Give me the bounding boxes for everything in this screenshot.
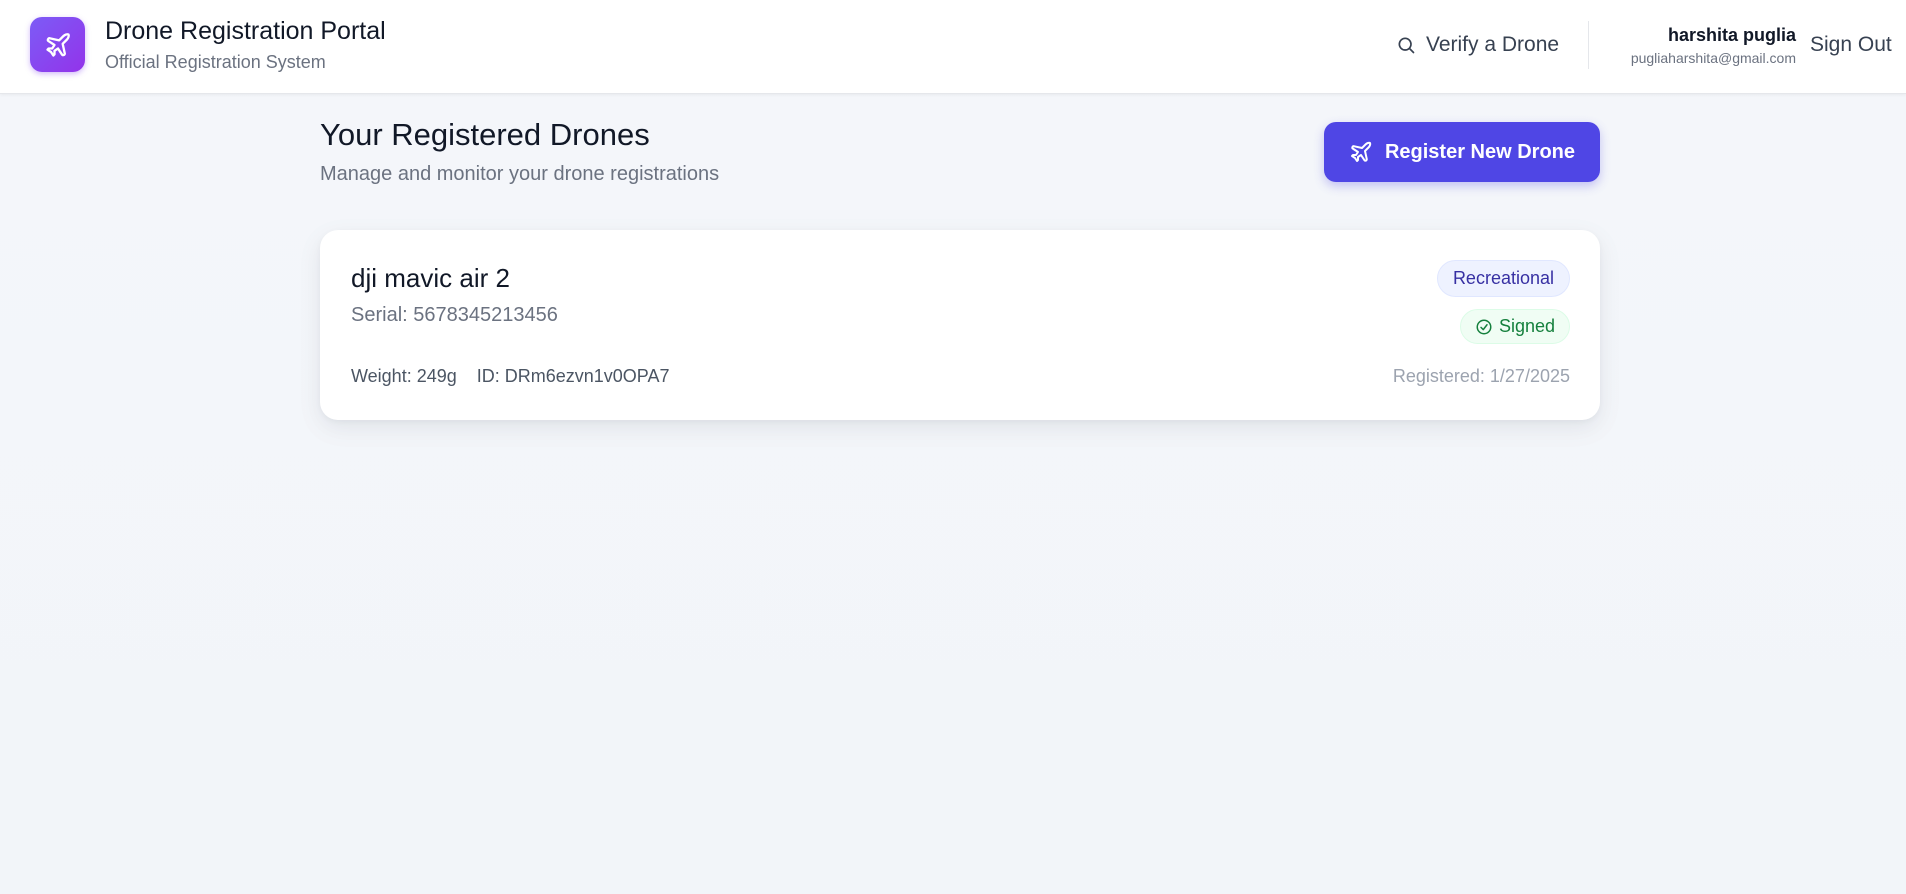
drone-weight: Weight: 249g [351,366,457,386]
category-badge: Recreational [1436,260,1570,297]
drone-card[interactable]: dji mavic air 2 Serial: 5678345213456 We… [320,230,1600,420]
status-badge: Signed [1459,309,1570,344]
verify-drone-button[interactable]: Verify a Drone [1396,28,1559,62]
plane-icon [1350,141,1372,162]
page-title: Your Registered Drones [320,117,650,152]
register-new-drone-button[interactable]: Register New Drone [1324,122,1600,182]
app-subtitle: Official Registration System [105,52,326,72]
sign-out-button[interactable]: Sign Out [1810,33,1892,57]
plane-icon [45,32,70,57]
page-subtitle: Manage and monitor your drone registrati… [320,163,720,185]
top-bar: Drone Registration Portal Official Regis… [0,0,1906,94]
app-title: Drone Registration Portal [105,17,386,45]
check-circle-icon [1476,319,1492,334]
register-new-drone-label: Register New Drone [1384,140,1576,163]
drone-name: dji mavic air 2 [351,263,510,293]
user-name: harshita puglia [1667,25,1796,45]
status-badge-label: Signed [1498,316,1555,336]
header-divider [1588,21,1589,69]
registered-date: Registered: 1/27/2025 [1392,366,1570,386]
drone-meta: Weight: 249g ID: DRm6ezvn1v0OPA7 [351,366,670,387]
drone-id: ID: DRm6ezvn1v0OPA7 [476,366,670,386]
logo[interactable] [30,17,85,72]
drone-serial: Serial: 5678345213456 [351,304,558,326]
search-icon [1398,37,1415,54]
verify-drone-label: Verify a Drone [1426,33,1560,56]
user-email: pugliaharshita@gmail.com [1630,50,1796,66]
